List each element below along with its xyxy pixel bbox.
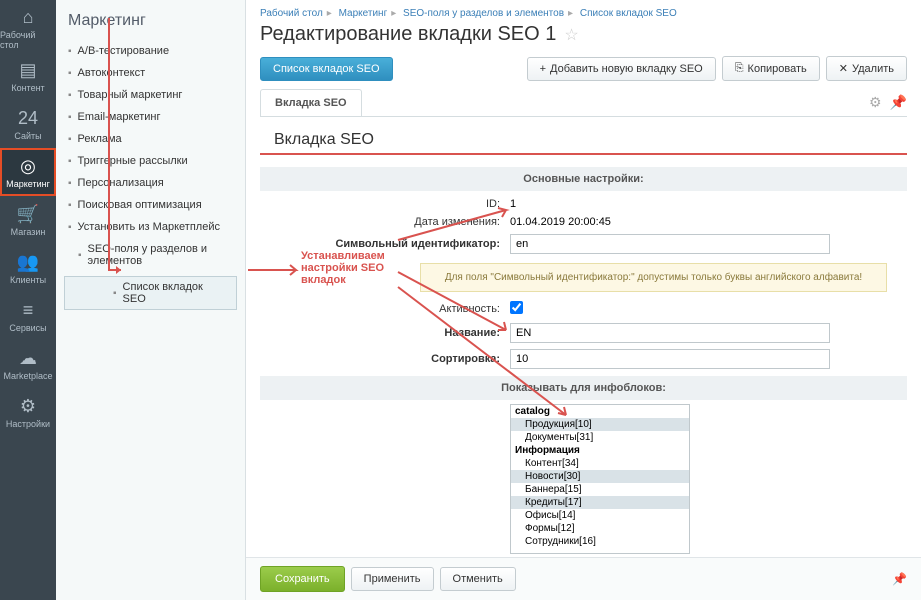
bullet-icon: ▪ xyxy=(68,156,72,167)
home-icon: ⌂ xyxy=(17,6,39,28)
sidebar-item[interactable]: ▪Автоконтекст xyxy=(56,62,245,84)
cloud-icon: ☁ xyxy=(17,347,39,369)
add-button[interactable]: +Добавить новую вкладку SEO xyxy=(527,57,716,81)
date-value: 01.04.2019 20:00:45 xyxy=(510,216,897,228)
name-input[interactable] xyxy=(510,323,830,343)
sidebar-item[interactable]: ▪Поисковая оптимизация xyxy=(56,194,245,216)
list-item[interactable]: Сотрудники[16] xyxy=(511,535,689,548)
list-item[interactable]: Формы[12] xyxy=(511,522,689,535)
stack-icon: ≡ xyxy=(17,299,39,321)
crumb-1[interactable]: Маркетинг xyxy=(339,8,388,19)
tab-seo[interactable]: Вкладка SEO xyxy=(260,89,362,116)
rail-item-cloud[interactable]: ☁Marketplace xyxy=(0,340,56,388)
target-icon: ◎ xyxy=(17,155,39,177)
plus-icon: + xyxy=(540,63,546,75)
sym-input[interactable] xyxy=(510,234,830,254)
apply-button[interactable]: Применить xyxy=(351,567,434,591)
left-rail: ⌂Рабочий стол▤Контент24Сайты◎Маркетинг🛒М… xyxy=(0,0,56,600)
close-icon: ✕ xyxy=(839,62,848,75)
rail-item-target[interactable]: ◎Маркетинг xyxy=(0,148,56,196)
list-item[interactable]: Офисы[14] xyxy=(511,509,689,522)
bullet-icon: ▪ xyxy=(68,112,72,123)
sidebar-item[interactable]: ▪Список вкладок SEO xyxy=(64,276,237,310)
bullet-icon: ▪ xyxy=(113,288,117,299)
main-settings-head: Основные настройки: xyxy=(260,167,907,191)
copy-button[interactable]: ⎘Копировать xyxy=(722,56,820,81)
bullet-icon: ▪ xyxy=(68,46,72,57)
list-item: catalog xyxy=(511,405,689,418)
footer: Сохранить Применить Отменить 📌 xyxy=(246,557,921,600)
bullet-icon: ▪ xyxy=(78,250,82,261)
sidebar-item[interactable]: ▪Реклама xyxy=(56,128,245,150)
id-label: ID: xyxy=(270,198,510,210)
rail-item-gear[interactable]: ⚙Настройки xyxy=(0,388,56,436)
rail-item-cart[interactable]: 🛒Магазин xyxy=(0,196,56,244)
cart-icon: 🛒 xyxy=(17,203,39,225)
active-label: Активность: xyxy=(270,303,510,315)
star-icon[interactable]: ☆ xyxy=(564,25,578,45)
doc-icon: ▤ xyxy=(17,59,39,81)
sidebar-item[interactable]: ▪A/B-тестирование xyxy=(56,40,245,62)
sidebar-item[interactable]: ▪Email-маркетинг xyxy=(56,106,245,128)
sidebar-item[interactable]: ▪Товарный маркетинг xyxy=(56,84,245,106)
id-value: 1 xyxy=(510,198,897,210)
sidebar-nav: ▪A/B-тестирование▪Автоконтекст▪Товарный … xyxy=(56,40,245,310)
copy-icon: ⎘ xyxy=(735,62,744,75)
active-checkbox[interactable] xyxy=(510,301,523,314)
bullet-icon: ▪ xyxy=(68,178,72,189)
crumb-2[interactable]: SEO-поля у разделов и элементов xyxy=(403,8,564,19)
cal-icon: 24 xyxy=(17,107,39,129)
breadcrumb: Рабочий стол▸ Маркетинг▸ SEO-поля у разд… xyxy=(246,0,921,23)
list-item: Информация xyxy=(511,444,689,457)
sidebar-title: Маркетинг xyxy=(56,8,245,40)
iblock-head: Показывать для инфоблоков: xyxy=(260,376,907,400)
cancel-button[interactable]: Отменить xyxy=(440,567,516,591)
list-item[interactable]: Новости[30] xyxy=(511,470,689,483)
gear-icon[interactable]: ⚙ xyxy=(869,94,882,111)
crumb-0[interactable]: Рабочий стол xyxy=(260,8,323,19)
pin-icon[interactable]: 📌 xyxy=(892,572,907,586)
sort-input[interactable] xyxy=(510,349,830,369)
bullet-icon: ▪ xyxy=(68,222,72,233)
bullet-icon: ▪ xyxy=(68,90,72,101)
sym-label: Символьный идентификатор: xyxy=(270,238,510,250)
rail-item-cal[interactable]: 24Сайты xyxy=(0,100,56,148)
rail-item-stack[interactable]: ≡Сервисы xyxy=(0,292,56,340)
toolbar: Список вкладок SEO +Добавить новую вклад… xyxy=(246,56,921,89)
sidebar-item[interactable]: ▪Установить из Маркетплейс xyxy=(56,216,245,238)
hint-text: Для поля "Символьный идентификатор:" доп… xyxy=(420,263,887,292)
date-label: Дата изменения: xyxy=(270,216,510,228)
save-button[interactable]: Сохранить xyxy=(260,566,345,592)
gear-icon: ⚙ xyxy=(17,395,39,417)
sidebar-item[interactable]: ▪SEO-поля у разделов и элементов xyxy=(56,238,245,272)
rail-item-home[interactable]: ⌂Рабочий стол xyxy=(0,4,56,52)
list-button[interactable]: Список вкладок SEO xyxy=(260,57,393,81)
rail-item-clients[interactable]: 👥Клиенты xyxy=(0,244,56,292)
list-item[interactable]: Кредиты[17] xyxy=(511,496,689,509)
iblock-listbox[interactable]: catalogПродукция[10]Документы[31]Информа… xyxy=(510,404,690,554)
page-title: Редактирование вкладки SEO 1 ☆ xyxy=(246,23,921,56)
delete-button[interactable]: ✕Удалить xyxy=(826,56,907,81)
list-item[interactable]: Баннера[15] xyxy=(511,483,689,496)
sidebar-item[interactable]: ▪Персонализация xyxy=(56,172,245,194)
list-item[interactable]: Контент[34] xyxy=(511,457,689,470)
tabstrip: Вкладка SEO ⚙ 📌 xyxy=(260,89,907,117)
sidebar-item[interactable]: ▪Триггерные рассылки xyxy=(56,150,245,172)
crumb-3[interactable]: Список вкладок SEO xyxy=(580,8,677,19)
pin-icon[interactable]: 📌 xyxy=(890,94,907,111)
section-title: Вкладка SEO xyxy=(260,121,907,155)
bullet-icon: ▪ xyxy=(68,68,72,79)
bullet-icon: ▪ xyxy=(68,134,72,145)
name-label: Название: xyxy=(270,327,510,339)
clients-icon: 👥 xyxy=(17,251,39,273)
sort-label: Сортировка: xyxy=(270,353,510,365)
page-title-text: Редактирование вкладки SEO 1 xyxy=(260,23,556,46)
form-panel: Основные настройки: ID:1 Дата изменения:… xyxy=(260,163,907,557)
list-item[interactable]: Продукция[10] xyxy=(511,418,689,431)
sidebar: Маркетинг ▪A/B-тестирование▪Автоконтекст… xyxy=(56,0,246,600)
bullet-icon: ▪ xyxy=(68,200,72,211)
rail-item-doc[interactable]: ▤Контент xyxy=(0,52,56,100)
main: Рабочий стол▸ Маркетинг▸ SEO-поля у разд… xyxy=(246,0,921,600)
list-item[interactable]: Документы[31] xyxy=(511,431,689,444)
